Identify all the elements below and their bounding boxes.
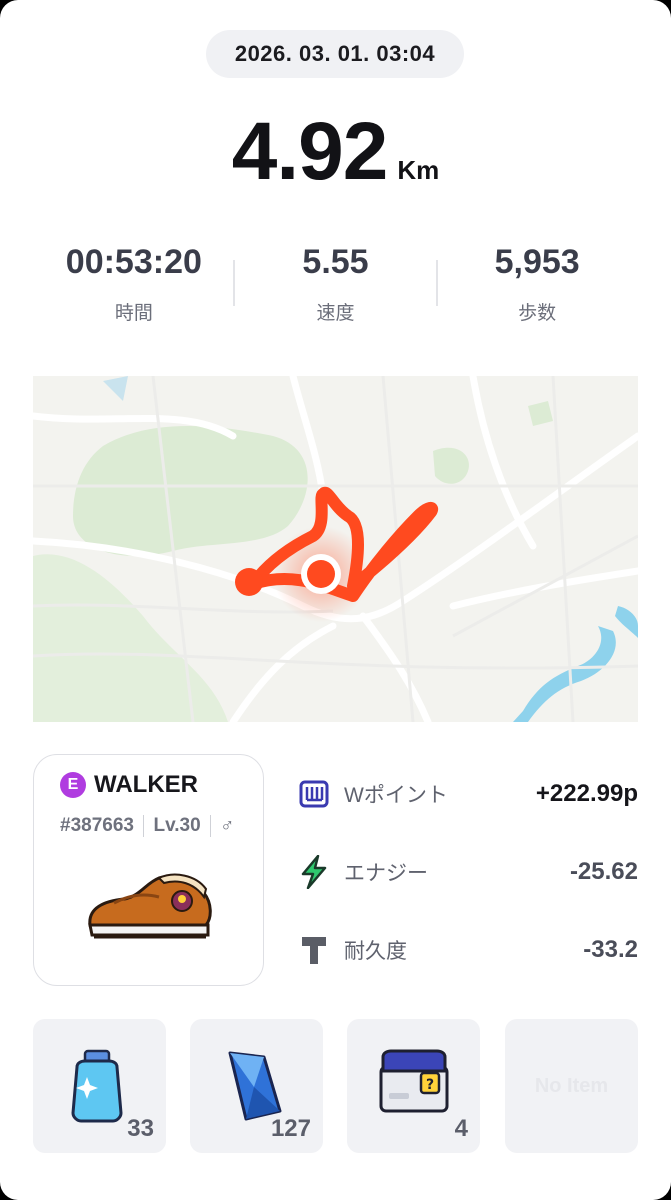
w-point-icon — [298, 778, 330, 810]
route-start-marker — [235, 568, 263, 596]
reward-value: +222.99p — [535, 780, 638, 807]
stats-row: 00:53:20 時間 5.55 速度 5,953 歩数 — [33, 240, 638, 330]
item-slot[interactable]: 127 — [190, 1019, 323, 1153]
meta-divider — [142, 815, 145, 837]
park-area — [433, 447, 469, 484]
datetime-text: 2026. 03. 01. 03:04 — [234, 41, 436, 66]
item-count: 4 — [454, 1115, 468, 1142]
mystery-box-icon: ? — [379, 1049, 449, 1113]
stat-time-value: 00:53:20 — [65, 243, 202, 281]
stat-divider — [436, 260, 438, 306]
route-end-marker — [307, 560, 335, 588]
detergent-bottle-icon — [71, 1049, 123, 1123]
stat-speed: 5.55 速度 — [235, 240, 437, 330]
item-slot-empty[interactable]: No Item — [505, 1019, 638, 1153]
walker-gender: ♂ — [220, 815, 235, 836]
reward-row-durability: 耐久度 -33.2 — [298, 930, 638, 970]
stat-divider — [233, 260, 235, 306]
svg-text:?: ? — [426, 1077, 434, 1093]
stat-time-label: 時間 — [114, 303, 153, 324]
distance-unit: Km — [397, 155, 440, 185]
stat-steps-label: 歩数 — [518, 303, 557, 324]
stat-steps: 5,953 歩数 — [436, 240, 638, 330]
reward-value: -25.62 — [569, 858, 638, 885]
rarity-badge: E — [60, 772, 86, 798]
reward-row-wpoint: Wポイント +222.99p — [298, 774, 638, 814]
walker-card[interactable]: E WALKER #387663 Lv.30 ♂ — [33, 754, 264, 986]
item-count: 33 — [127, 1115, 154, 1142]
route-map[interactable] — [33, 376, 638, 722]
item-slots: 33 127 ? 4 No Item — [33, 1019, 638, 1153]
distance-value: 4.92 — [231, 106, 389, 197]
shoe-image — [88, 873, 212, 939]
lightning-icon — [298, 855, 330, 889]
stat-steps-value: 5,953 — [494, 243, 580, 281]
meta-divider — [209, 815, 212, 837]
no-item-label: No Item — [534, 1075, 609, 1097]
blue-crystal-icon — [228, 1051, 282, 1121]
stat-speed-label: 速度 — [316, 303, 355, 324]
item-slot[interactable]: 33 — [33, 1019, 166, 1153]
walker-id: #387663 — [60, 815, 134, 836]
datetime-pill: 2026. 03. 01. 03:04 — [206, 30, 464, 78]
walker-meta: #387663 Lv.30 ♂ — [60, 815, 234, 837]
durability-icon — [298, 934, 330, 966]
reward-value: -33.2 — [583, 936, 638, 963]
stat-time: 00:53:20 時間 — [33, 240, 235, 330]
walker-header: E WALKER — [60, 771, 198, 799]
map-canvas — [33, 376, 638, 722]
reward-label: Wポイント — [344, 784, 448, 807]
walker-level: Lv.30 — [153, 815, 201, 836]
reward-label: 耐久度 — [344, 940, 407, 963]
walker-name: WALKER — [94, 771, 198, 798]
item-count: 127 — [270, 1115, 311, 1142]
distance-display: 4.92 Km — [0, 105, 671, 199]
reward-label: エナジー — [344, 862, 428, 885]
stat-speed-value: 5.55 — [302, 243, 369, 281]
walk-result-card: 2026. 03. 01. 03:04 4.92 Km 00:53:20 時間 … — [0, 0, 671, 1200]
reward-row-energy: エナジー -25.62 — [298, 852, 638, 892]
item-slot[interactable]: ? 4 — [347, 1019, 480, 1153]
